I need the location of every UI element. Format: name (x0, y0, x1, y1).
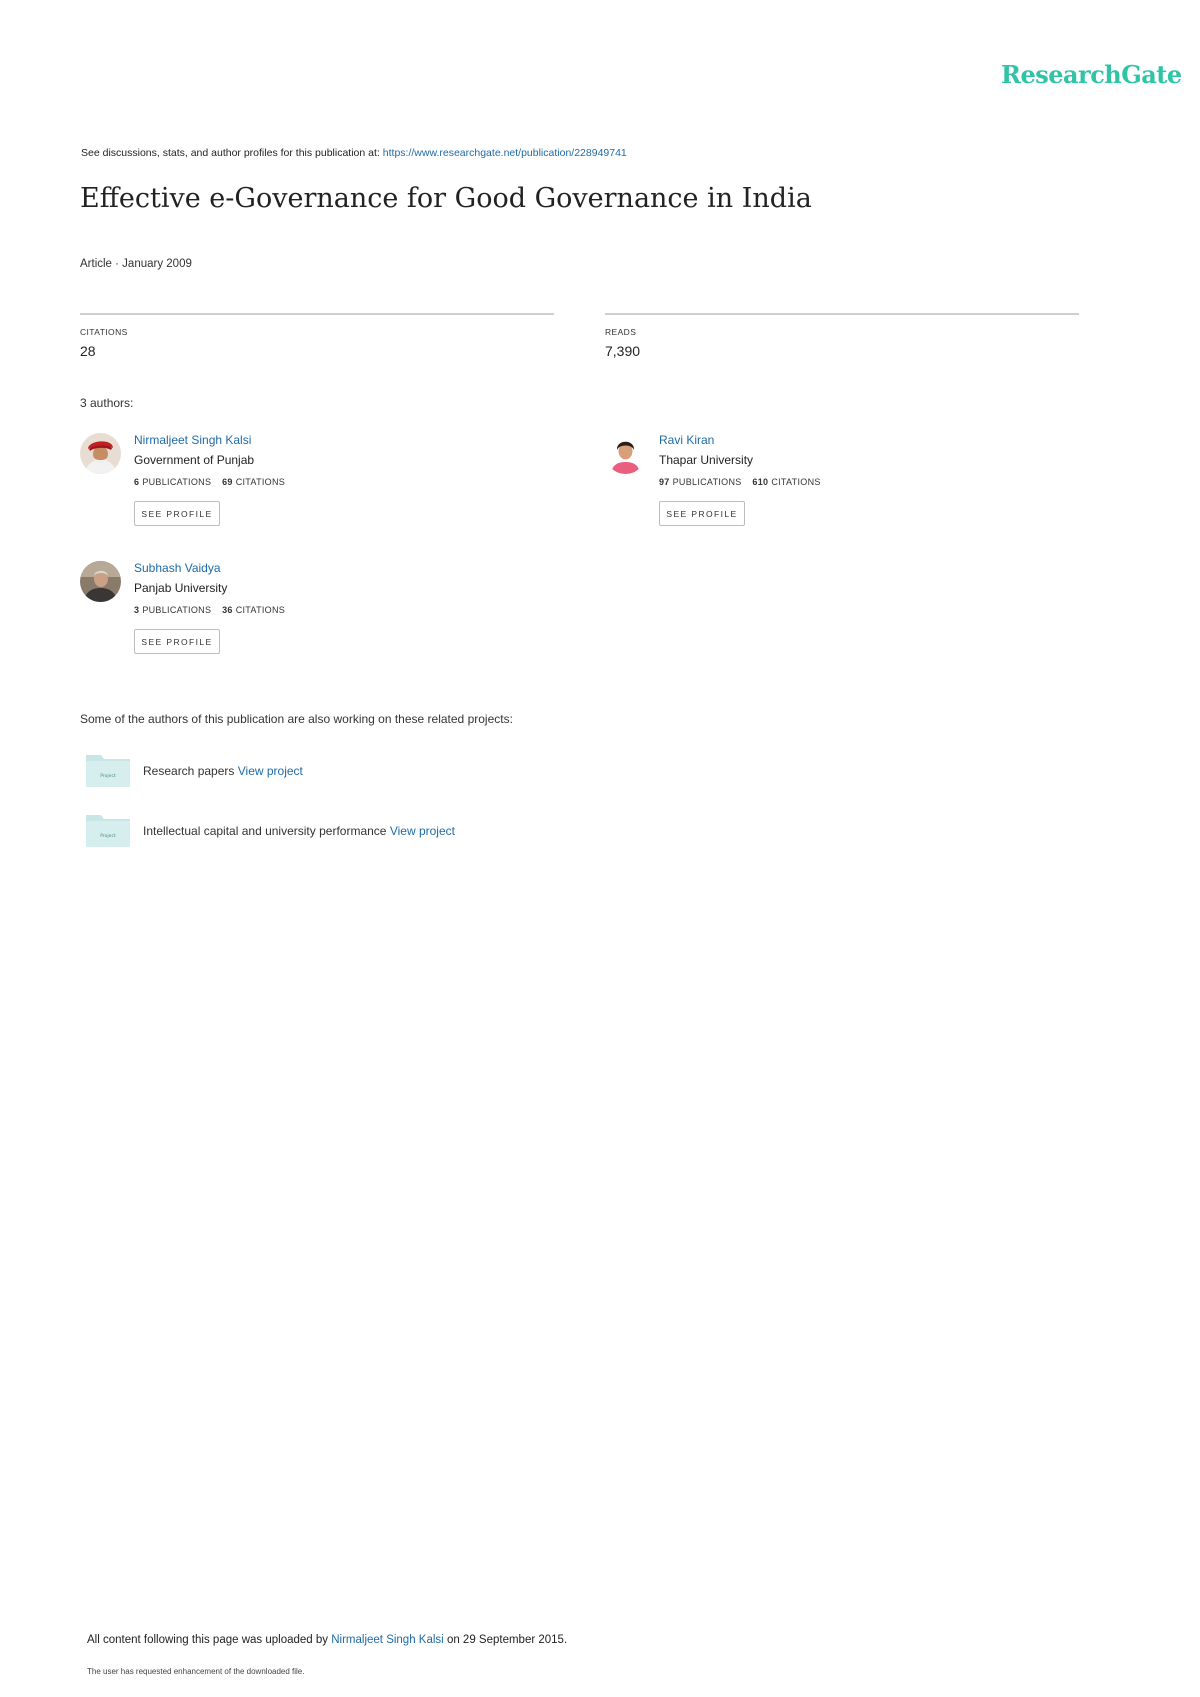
author-card: Ravi Kiran Thapar University 97 PUBLICATI… (605, 433, 1065, 543)
author-institution: Government of Punjab (134, 453, 255, 467)
reads-divider (605, 313, 1079, 315)
publications-count: 3 (134, 605, 140, 615)
publications-label: PUBLICATIONS (672, 477, 742, 487)
citations-label: CITATIONS (771, 477, 821, 487)
see-profile-button[interactable]: SEE PROFILE (134, 629, 220, 654)
citations-label: CITATIONS (80, 327, 128, 337)
discussion-prefix: See discussions, stats, and author profi… (81, 147, 380, 159)
citations-count: 69 (222, 477, 233, 487)
authors-count: 3 authors: (80, 396, 134, 410)
enhancement-note: The user has requested enhancement of th… (87, 1667, 305, 1676)
avatar[interactable] (80, 561, 121, 602)
citations-count: 610 (752, 477, 769, 487)
project-title: Intellectual capital and university perf… (143, 824, 387, 838)
see-profile-button[interactable]: SEE PROFILE (134, 501, 220, 526)
author-institution: Thapar University (659, 453, 754, 467)
see-profile-button[interactable]: SEE PROFILE (659, 501, 745, 526)
author-institution: Panjab University (134, 581, 228, 595)
citations-count: 36 (222, 605, 233, 615)
view-project-link[interactable]: View project (390, 824, 455, 838)
citations-divider (80, 313, 554, 315)
reads-label: READS (605, 327, 637, 337)
citations-label: CITATIONS (235, 605, 286, 615)
view-project-link[interactable]: View project (238, 764, 303, 778)
author-stats: 3 PUBLICATIONS 36 CITATIONS (134, 605, 293, 615)
publication-title: Effective e-Governance for Good Governan… (80, 183, 812, 214)
publications-count: 6 (134, 477, 140, 487)
project-item: Project Research papers View project (86, 751, 646, 791)
citations-label: CITATIONS (235, 477, 286, 487)
publication-url-link[interactable]: https://www.researchgate.net/publication… (383, 147, 627, 159)
author-card: Subhash Vaidya Panjab University 3 PUBLIC… (80, 561, 540, 671)
uploader-link[interactable]: Nirmaljeet Singh Kalsi (331, 1634, 444, 1646)
upload-suffix: on 29 September 2015. (446, 1634, 568, 1646)
project-text: Intellectual capital and university perf… (143, 824, 455, 838)
projects-heading: Some of the authors of this publication … (80, 712, 513, 726)
folder-icon: Project (86, 811, 130, 847)
article-meta: Article · January 2009 (80, 258, 192, 270)
folder-label: Project (100, 833, 116, 839)
publications-label: PUBLICATIONS (142, 605, 212, 615)
upload-note: All content following this page was uplo… (87, 1634, 567, 1646)
author-stats: 97 PUBLICATIONS 610 CITATIONS (659, 477, 829, 487)
author-name-link[interactable]: Ravi Kiran (659, 433, 714, 447)
project-item: Project Intellectual capital and univers… (86, 811, 646, 851)
researchgate-logo[interactable]: ResearchGate (1001, 60, 1182, 89)
avatar[interactable] (605, 433, 646, 474)
folder-label: Project (100, 773, 116, 779)
upload-prefix: All content following this page was uplo… (87, 1634, 329, 1646)
project-title: Research papers (143, 764, 235, 778)
avatar[interactable] (80, 433, 121, 474)
author-stats: 6 PUBLICATIONS 69 CITATIONS (134, 477, 293, 487)
reads-value: 7,390 (605, 343, 641, 359)
publications-label: PUBLICATIONS (142, 477, 212, 487)
citations-value: 28 (80, 343, 96, 359)
author-name-link[interactable]: Subhash Vaidya (134, 561, 221, 575)
project-text: Research papers View project (143, 764, 303, 778)
author-name-link[interactable]: Nirmaljeet Singh Kalsi (134, 433, 251, 447)
author-card: Nirmaljeet Singh Kalsi Government of Pun… (80, 433, 540, 543)
discussion-line: See discussions, stats, and author profi… (81, 147, 627, 159)
publications-count: 97 (659, 477, 670, 487)
folder-icon: Project (86, 751, 130, 787)
